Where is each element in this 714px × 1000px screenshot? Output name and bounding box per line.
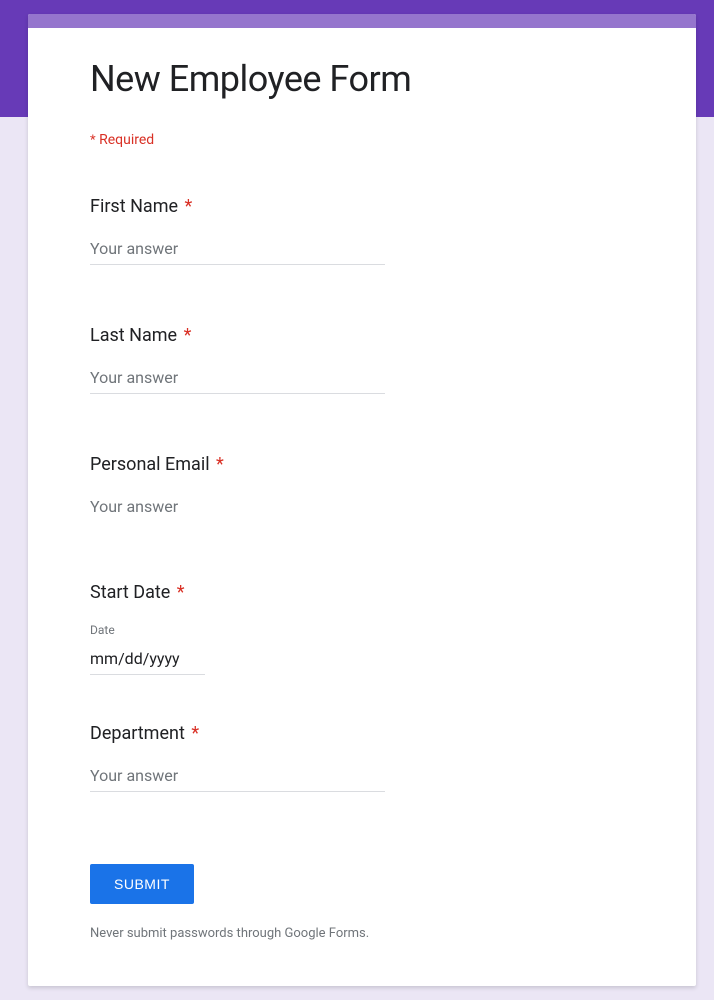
start-date-label-text: Start Date	[90, 582, 170, 603]
last-name-input[interactable]	[90, 364, 385, 394]
personal-email-input[interactable]	[90, 493, 385, 522]
required-asterisk: *	[90, 133, 96, 148]
required-star-icon: *	[177, 582, 185, 603]
department-label-text: Department	[90, 723, 185, 744]
first-name-label: First Name *	[90, 196, 636, 217]
personal-email-label-text: Personal Email	[90, 454, 210, 475]
required-text: Required	[99, 132, 154, 148]
required-star-icon: *	[185, 196, 193, 217]
field-personal-email: Personal Email *	[90, 454, 636, 522]
field-start-date: Start Date * Date	[90, 582, 636, 675]
start-date-label: Start Date *	[90, 582, 636, 603]
start-date-sublabel: Date	[90, 623, 636, 637]
required-note: * Required	[90, 132, 636, 148]
required-star-icon: *	[184, 325, 192, 346]
first-name-label-text: First Name	[90, 196, 178, 217]
submit-button[interactable]: SUBMIT	[90, 864, 194, 904]
last-name-label-text: Last Name	[90, 325, 177, 346]
field-department: Department *	[90, 723, 636, 792]
department-input[interactable]	[90, 762, 385, 792]
department-label: Department *	[90, 723, 636, 744]
personal-email-label: Personal Email *	[90, 454, 636, 475]
start-date-input[interactable]	[90, 645, 205, 675]
last-name-label: Last Name *	[90, 325, 636, 346]
field-first-name: First Name *	[90, 196, 636, 265]
first-name-input[interactable]	[90, 235, 385, 265]
required-star-icon: *	[191, 723, 199, 744]
form-title: New Employee Form	[90, 58, 636, 100]
footer-note: Never submit passwords through Google Fo…	[90, 926, 636, 941]
form-card: New Employee Form * Required First Name …	[28, 14, 696, 986]
required-star-icon: *	[216, 454, 224, 475]
accent-strip	[28, 14, 696, 28]
field-last-name: Last Name *	[90, 325, 636, 394]
